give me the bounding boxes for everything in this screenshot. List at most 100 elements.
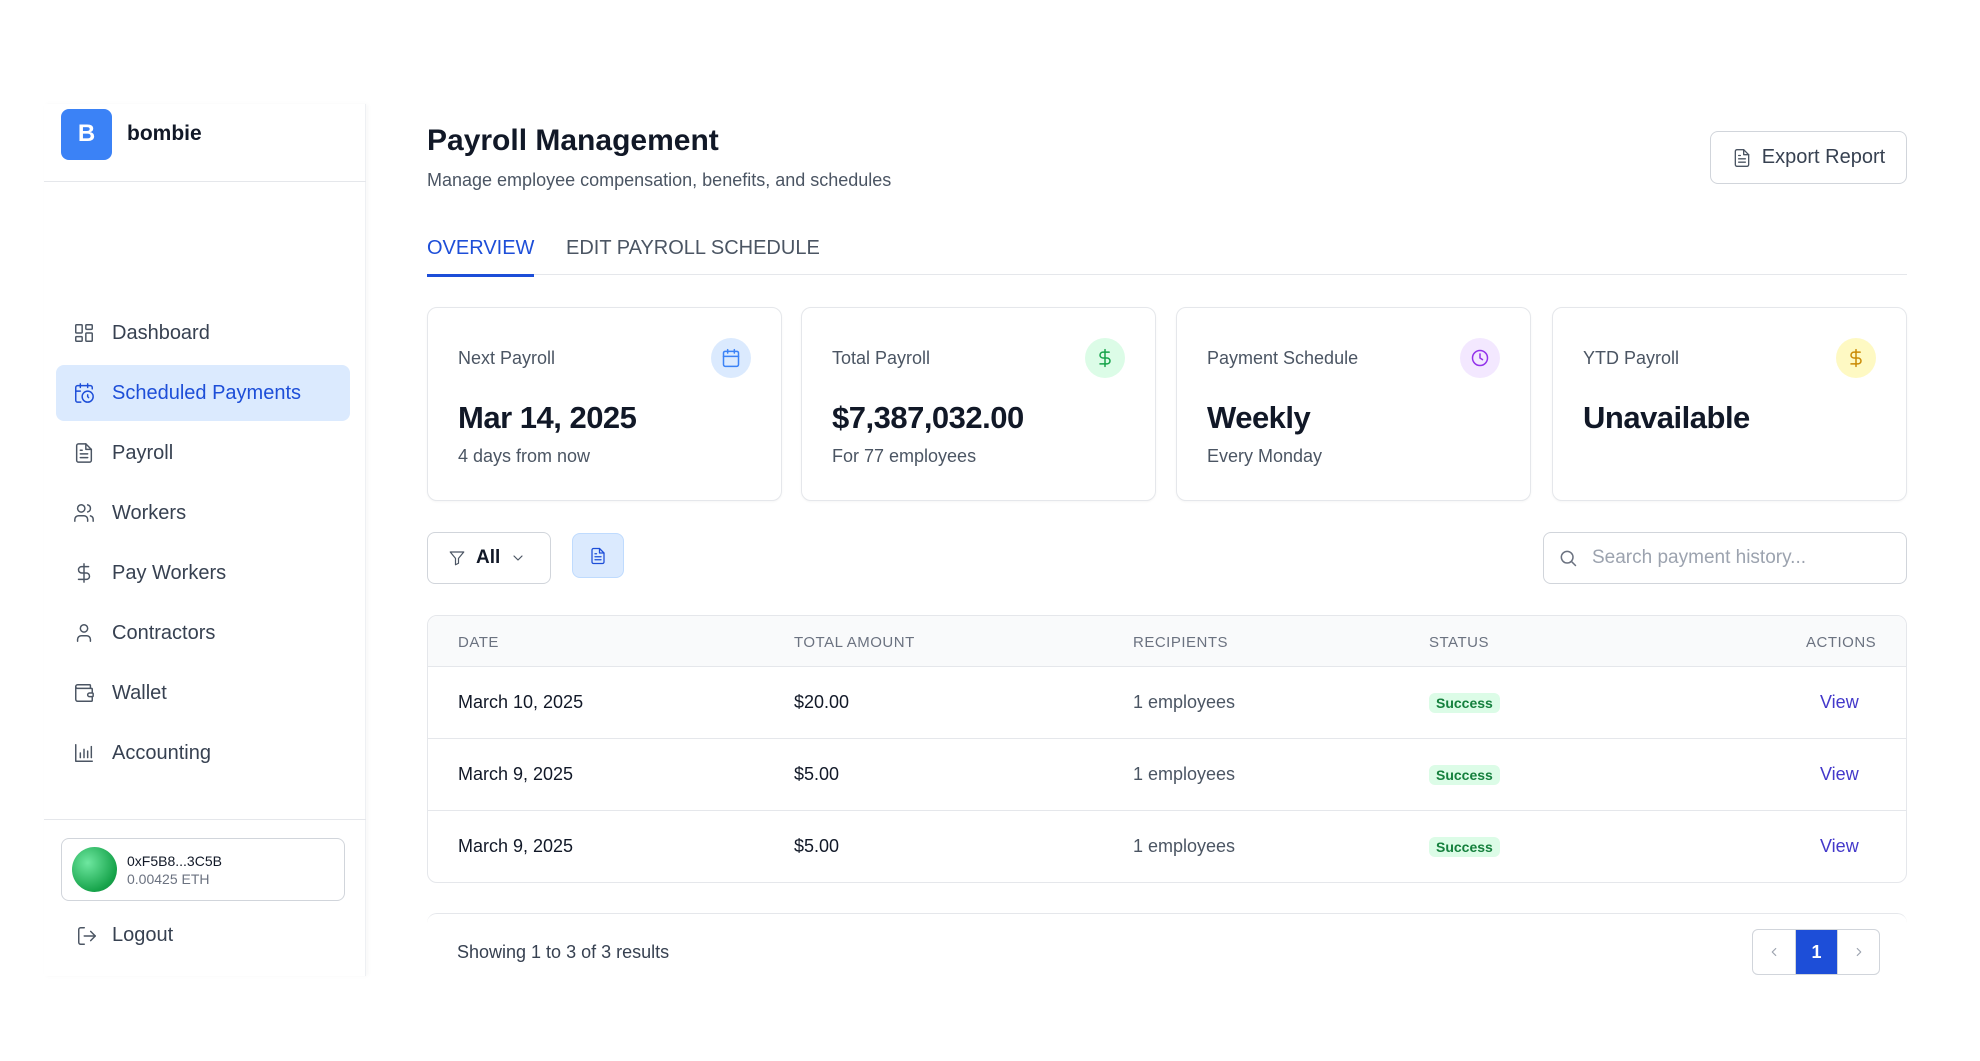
export-report-button[interactable]: Export Report	[1710, 131, 1907, 184]
column-header-total-amount: TOTAL AMOUNT	[794, 634, 915, 651]
sidebar-nav: Dashboard Scheduled Payments Payroll Wor…	[56, 305, 350, 785]
tab-edit-payroll-schedule[interactable]: EDIT PAYROLL SCHEDULE	[566, 237, 820, 274]
filter-label: All	[476, 547, 501, 568]
card-label: Total Payroll	[832, 348, 931, 368]
cell-date: March 9, 2025	[458, 764, 574, 784]
page-subtitle: Manage employee compensation, benefits, …	[427, 170, 892, 190]
wallet-info: 0xF5B8...3C5B 0.00425 ETH	[127, 852, 222, 888]
card-value: $7,387,032.00	[832, 400, 1024, 435]
tabs: OVERVIEW EDIT PAYROLL SCHEDULE	[427, 225, 1907, 277]
wallet-card[interactable]: 0xF5B8...3C5B 0.00425 ETH	[61, 838, 345, 901]
chevron-right-icon	[1856, 947, 1861, 957]
view-link[interactable]: View	[1820, 692, 1859, 713]
cell-date: March 10, 2025	[458, 692, 584, 712]
card-note: For 77 employees	[832, 446, 977, 466]
bar-chart-icon	[72, 741, 96, 765]
document-icon	[591, 547, 605, 564]
status-badge: Success	[1429, 837, 1500, 857]
page-button[interactable]: 1	[1795, 930, 1837, 974]
calendar-icon	[711, 338, 751, 378]
search-icon	[1560, 550, 1577, 567]
sidebar-item-contractors[interactable]: Contractors	[56, 605, 350, 661]
filter-dropdown[interactable]: All	[427, 532, 551, 584]
sidebar-item-label: Dashboard	[112, 321, 210, 344]
clock-icon	[1460, 338, 1500, 378]
search-box	[1543, 532, 1907, 584]
payment-history-table: DATE TOTAL AMOUNT RECIPIENTS STATUS ACTI…	[427, 615, 1907, 883]
results-summary: Showing 1 to 3 of 3 results	[457, 942, 670, 962]
sidebar-item-label: Wallet	[112, 681, 167, 704]
cell-recipients: 1 employees	[1133, 836, 1236, 856]
next-page-button[interactable]	[1837, 930, 1879, 974]
tab-overview[interactable]: OVERVIEW	[427, 237, 535, 277]
column-header-date: DATE	[458, 634, 499, 651]
dollar-icon	[72, 561, 96, 585]
chevron-left-icon	[1771, 947, 1777, 957]
sidebar-item-wallet[interactable]: Wallet	[56, 665, 350, 721]
export-document-button[interactable]	[572, 533, 624, 578]
pagination-bar: Showing 1 to 3 of 3 results 1	[427, 913, 1907, 988]
cell-date: March 9, 2025	[458, 836, 574, 856]
dollar-icon	[1836, 338, 1876, 378]
column-header-actions: ACTIONS	[1806, 634, 1877, 651]
sidebar-item-scheduled-payments[interactable]: Scheduled Payments	[56, 365, 350, 421]
sidebar: B bombie Dashboard Scheduled Payments Pa…	[44, 104, 366, 976]
cell-recipients: 1 employees	[1133, 764, 1236, 784]
cell-recipients: 1 employees	[1133, 692, 1236, 712]
view-link[interactable]: View	[1820, 836, 1859, 857]
summary-cards: Next Payroll Mar 14, 2025 4 days from no…	[427, 307, 1907, 501]
table-row: March 9, 2025 $5.00 1 employees Success …	[428, 811, 1906, 882]
table-row: March 10, 2025 $20.00 1 employees Succes…	[428, 667, 1906, 739]
previous-page-button[interactable]	[1753, 930, 1795, 974]
export-report-label: Export Report	[1761, 146, 1886, 168]
sidebar-item-label: Scheduled Payments	[112, 381, 302, 404]
card-value: Mar 14, 2025	[458, 400, 637, 435]
sidebar-item-label: Pay Workers	[112, 561, 227, 584]
page-title: Payroll Management	[427, 124, 719, 157]
calendar-clock-icon	[72, 381, 96, 405]
column-header-status: STATUS	[1429, 634, 1489, 651]
search-input[interactable]	[1592, 547, 1892, 569]
main-content: Payroll Management Manage employee compe…	[427, 0, 1907, 1061]
brand[interactable]: B bombie	[61, 108, 202, 160]
sidebar-item-payroll[interactable]: Payroll	[56, 425, 350, 481]
card-label: Payment Schedule	[1207, 348, 1359, 368]
card-label: YTD Payroll	[1583, 348, 1680, 368]
sidebar-item-label: Workers	[112, 501, 187, 524]
cell-amount: $5.00	[794, 836, 840, 856]
chevron-down-icon	[513, 555, 523, 561]
avatar	[72, 847, 117, 892]
card-note: Every Monday	[1207, 446, 1323, 466]
sidebar-item-label: Payroll	[112, 441, 174, 464]
sidebar-item-accounting[interactable]: Accounting	[56, 725, 350, 781]
user-icon	[72, 621, 96, 645]
sidebar-item-dashboard[interactable]: Dashboard	[56, 305, 350, 361]
card-label: Next Payroll	[458, 348, 556, 368]
logout-icon	[78, 926, 96, 945]
table-header: DATE TOTAL AMOUNT RECIPIENTS STATUS ACTI…	[428, 616, 1906, 667]
wallet-balance: 0.00425 ETH	[127, 870, 210, 887]
table-row: March 9, 2025 $5.00 1 employees Success …	[428, 739, 1906, 811]
column-header-recipients: RECIPIENTS	[1133, 634, 1229, 651]
card-total-payroll: Total Payroll $7,387,032.00 For 77 emplo…	[801, 307, 1156, 501]
dollar-icon	[1085, 338, 1125, 378]
wallet-address: 0xF5B8...3C5B	[127, 852, 222, 869]
document-icon	[1734, 148, 1750, 167]
sidebar-item-workers[interactable]: Workers	[56, 485, 350, 541]
pagination: 1	[1752, 929, 1880, 975]
sidebar-item-pay-workers[interactable]: Pay Workers	[56, 545, 350, 601]
cell-amount: $20.00	[794, 692, 850, 712]
filter-icon	[449, 551, 465, 566]
sidebar-item-label: Accounting	[112, 741, 211, 764]
status-badge: Success	[1429, 693, 1500, 713]
card-ytd-payroll: YTD Payroll Unavailable	[1552, 307, 1907, 501]
brand-logo: B	[61, 108, 112, 160]
card-value: Weekly	[1207, 400, 1311, 435]
document-icon	[72, 441, 96, 465]
logout-button[interactable]: Logout	[76, 924, 173, 947]
wallet-icon	[72, 681, 96, 705]
divider	[44, 819, 366, 820]
divider	[44, 181, 366, 182]
view-link[interactable]: View	[1820, 764, 1859, 785]
logout-label: Logout	[112, 924, 174, 946]
